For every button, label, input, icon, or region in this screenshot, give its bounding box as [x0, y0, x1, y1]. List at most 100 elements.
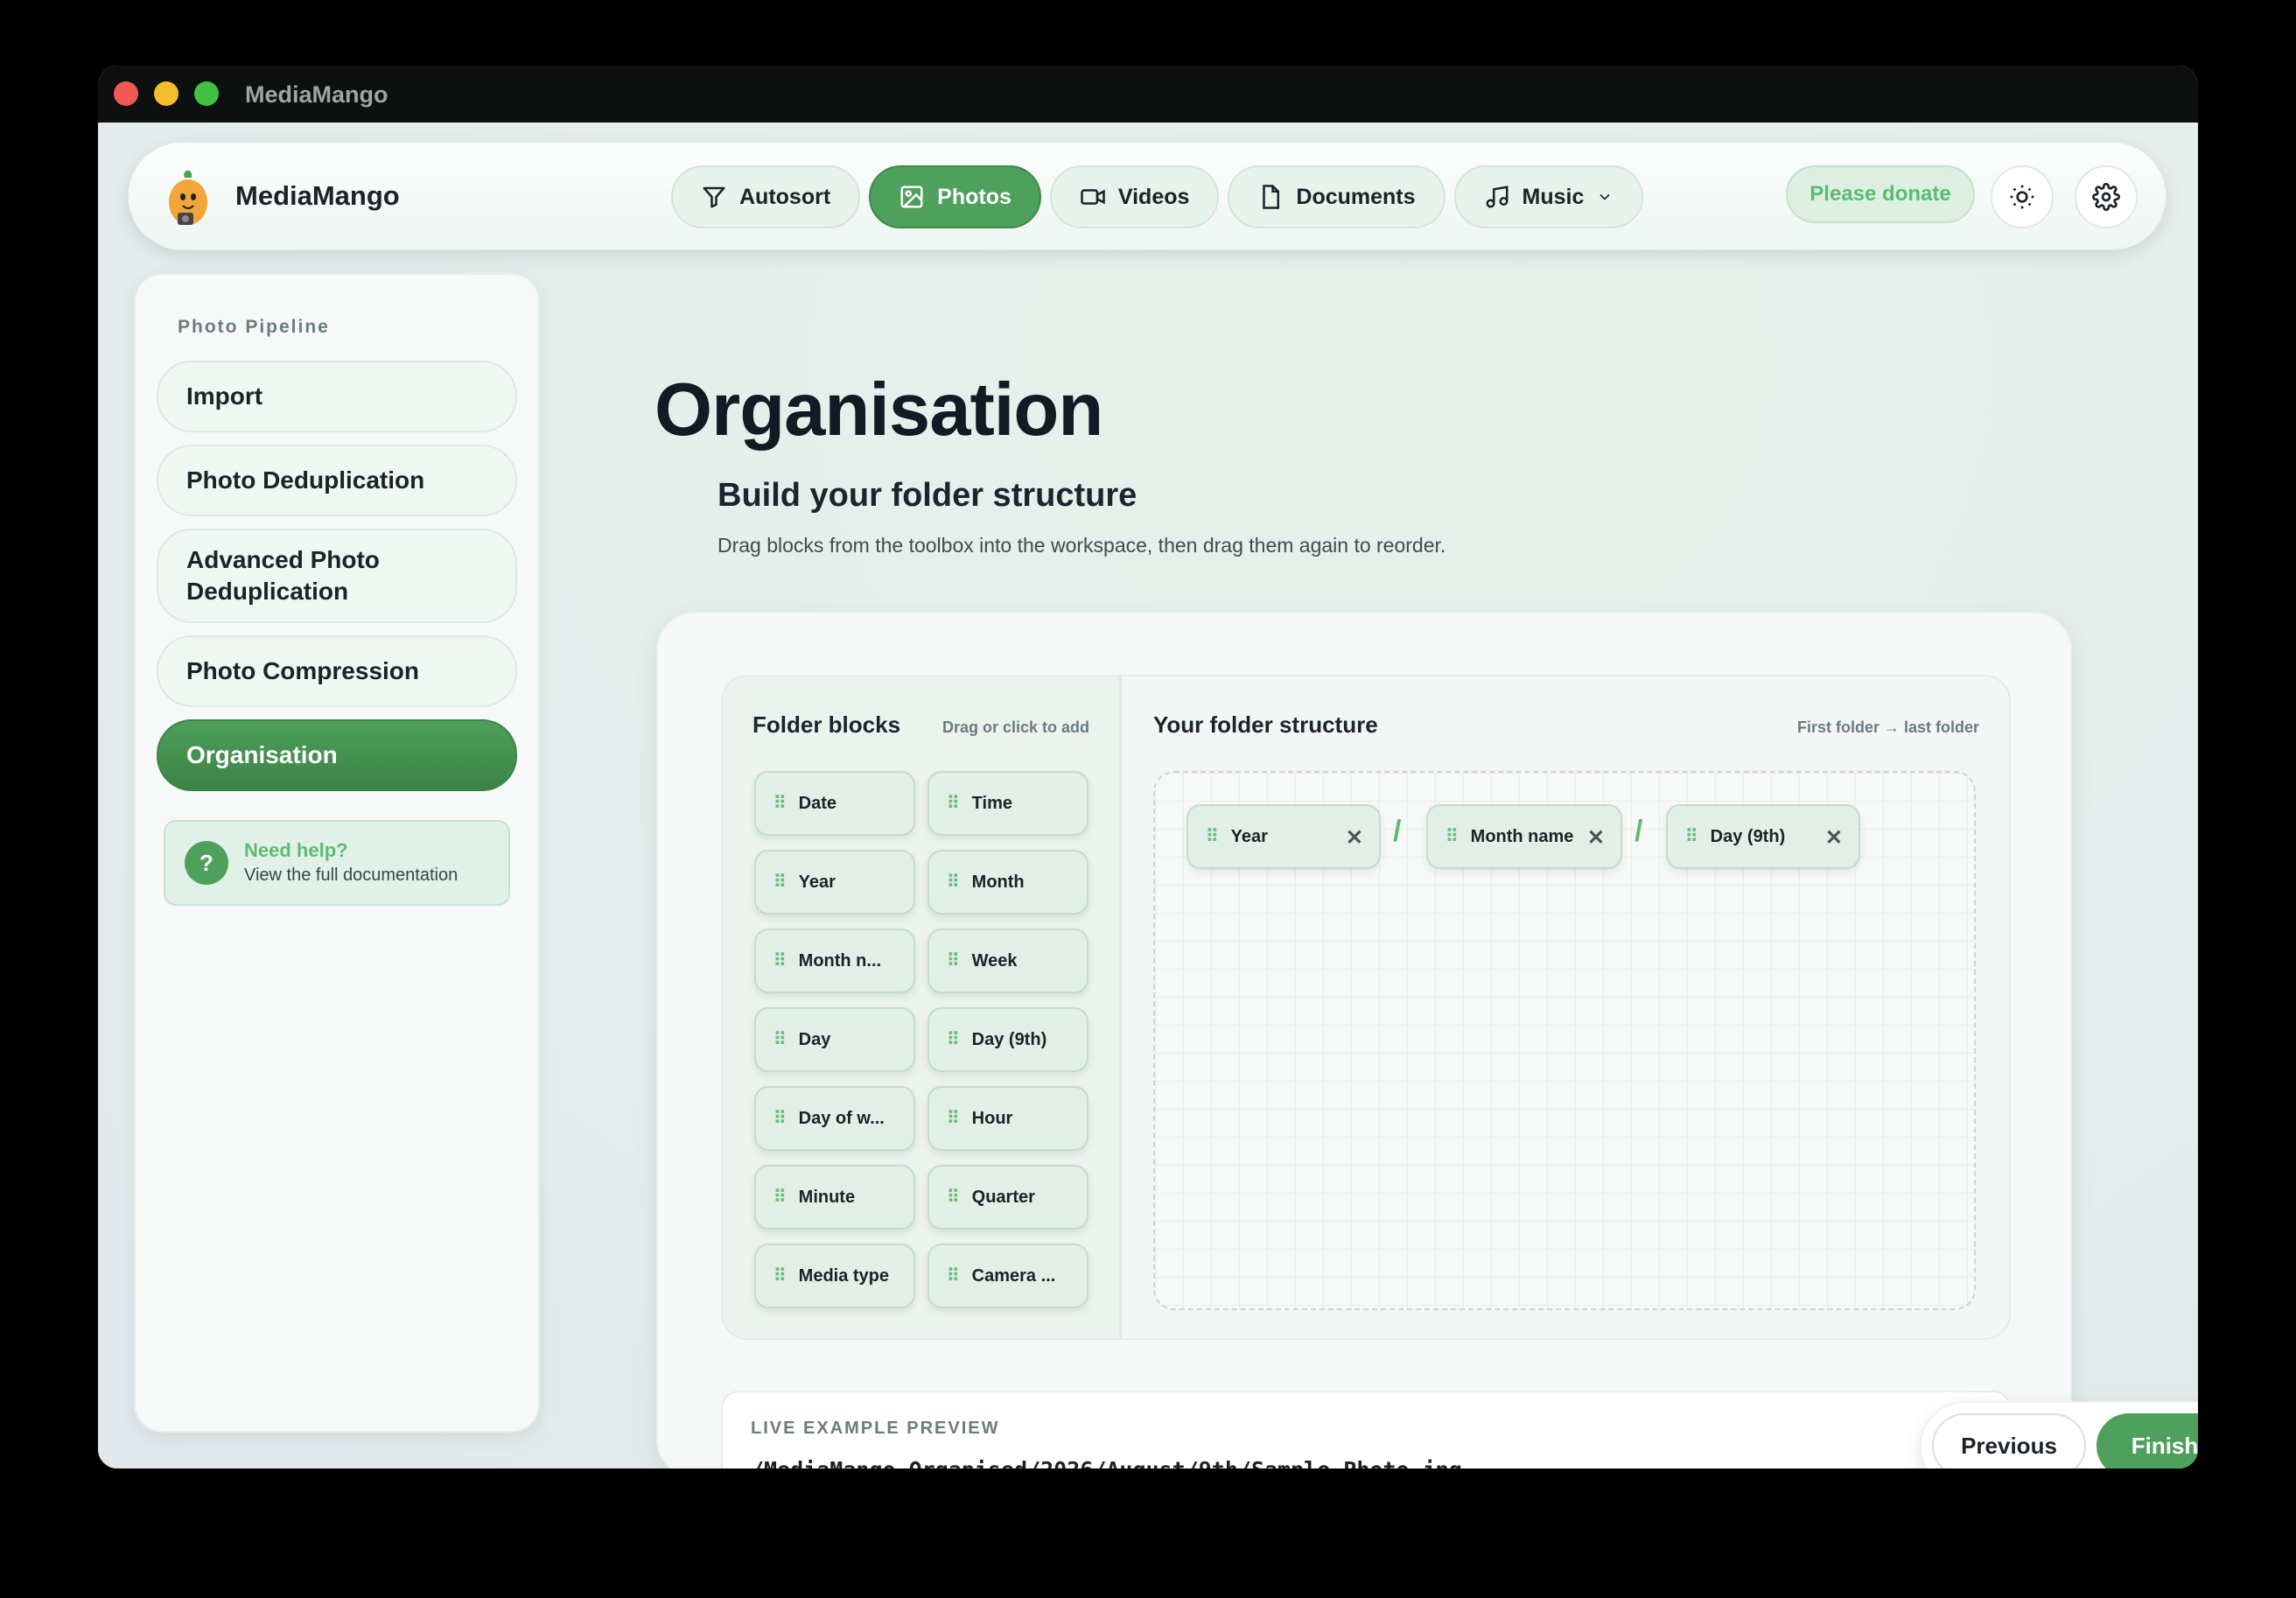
wizard-nav: Previous Finish	[1920, 1401, 2198, 1468]
block-month-name[interactable]: ⠿ Month n...	[754, 929, 915, 993]
block-media-type[interactable]: ⠿ Media type	[754, 1244, 915, 1308]
drag-handle-icon: ⠿	[774, 1188, 787, 1207]
nav-music[interactable]: Music	[1453, 165, 1644, 228]
block-time[interactable]: ⠿ Time	[928, 771, 1088, 836]
image-icon	[900, 186, 923, 208]
block-label: Time	[971, 793, 1012, 813]
nav-label: Autosort	[739, 184, 831, 209]
title-bar: MediaMango	[98, 66, 2198, 123]
nav-label: Music	[1522, 184, 1585, 209]
block-day-of-week[interactable]: ⠿ Day of w...	[754, 1086, 915, 1151]
block-label: Year	[798, 872, 836, 892]
toolbox-title: Folder blocks	[752, 711, 901, 738]
drag-handle-icon: ⠿	[1446, 827, 1459, 846]
block-hour[interactable]: ⠿ Hour	[928, 1086, 1088, 1151]
document-icon	[1263, 185, 1280, 209]
preview-path: /MediaMango Organised/2026/August/9th/Sa…	[751, 1457, 1462, 1468]
drag-handle-icon: ⠿	[947, 1030, 960, 1049]
gear-icon	[2092, 183, 2120, 211]
settings-button[interactable]	[2075, 165, 2138, 228]
path-separator: /	[1634, 815, 1643, 848]
block-label: Hour	[971, 1108, 1013, 1128]
help-title: Need help?	[244, 839, 348, 861]
previous-button[interactable]: Previous	[1932, 1413, 2086, 1468]
remove-block-icon[interactable]: ✕	[1825, 825, 1843, 851]
block-label: Week	[971, 950, 1018, 971]
sidebar-item-label: Import	[186, 382, 263, 410]
remove-block-icon[interactable]: ✕	[1346, 825, 1363, 851]
sidebar-item-label: Photo Compression	[186, 657, 420, 684]
block-label: Day (9th)	[1710, 826, 1786, 846]
brand-name: MediaMango	[235, 180, 400, 211]
drag-handle-icon: ⠿	[774, 951, 787, 971]
sidebar-item-label: Advanced Photo Deduplication	[186, 546, 380, 605]
block-year[interactable]: ⠿ Year	[754, 850, 915, 915]
block-quarter[interactable]: ⠿ Quarter	[928, 1165, 1088, 1230]
pipeline-sidebar: Photo Pipeline Import Photo Deduplicatio…	[134, 273, 540, 1433]
block-label: Date	[798, 793, 837, 813]
section-description: Drag blocks from the toolbox into the wo…	[718, 534, 1446, 557]
finish-button[interactable]: Finish	[2096, 1413, 2198, 1468]
window-title: MediaMango	[245, 81, 388, 108]
block-label: Day of w...	[798, 1108, 885, 1128]
drag-handle-icon: ⠿	[1685, 827, 1698, 846]
page-title: Organisation	[654, 368, 1103, 452]
nav-label: Photos	[937, 184, 1012, 209]
zoom-window-button[interactable]	[194, 81, 219, 106]
placed-block-year[interactable]: ⠿ Year ✕	[1186, 804, 1381, 869]
sidebar-item-organisation[interactable]: Organisation	[157, 719, 517, 791]
sidebar-item-advanced-photo-deduplication[interactable]: Advanced Photo Deduplication	[157, 529, 517, 623]
nav-videos[interactable]: Videos	[1049, 165, 1220, 228]
top-header: MediaMango Autosort Photos Videos Docume…	[128, 142, 2166, 250]
donate-button[interactable]: Please donate	[1786, 165, 1975, 223]
block-label: Day (9th)	[971, 1029, 1047, 1049]
section-title: Build your folder structure	[718, 477, 1138, 514]
block-day-9th[interactable]: ⠿ Day (9th)	[928, 1007, 1088, 1072]
remove-block-icon[interactable]: ✕	[1587, 825, 1605, 851]
block-camera[interactable]: ⠿ Camera ...	[928, 1244, 1088, 1308]
nav-label: Documents	[1296, 184, 1416, 209]
sidebar-item-label: Photo Deduplication	[186, 466, 425, 494]
sidebar-item-import[interactable]: Import	[157, 361, 517, 432]
drag-handle-icon: ⠿	[774, 873, 787, 892]
nav-label: Videos	[1117, 184, 1190, 209]
path-separator: /	[1393, 815, 1402, 848]
drag-handle-icon: ⠿	[947, 794, 960, 813]
drag-handle-icon: ⠿	[947, 1266, 960, 1286]
close-window-button[interactable]	[114, 81, 138, 106]
toolbox-panel: Folder blocks Drag or click to add ⠿ Date…	[723, 676, 1122, 1338]
block-label: Media type	[798, 1265, 890, 1286]
filter-icon	[703, 186, 725, 208]
live-preview: LIVE EXAMPLE PREVIEW /MediaMango Organis…	[721, 1391, 2011, 1468]
drag-handle-icon: ⠿	[1206, 827, 1219, 846]
block-minute[interactable]: ⠿ Minute	[754, 1165, 915, 1230]
block-label: Minute	[798, 1187, 856, 1207]
nav-autosort[interactable]: Autosort	[671, 165, 861, 228]
toolbox-hint: Drag or click to add	[942, 718, 1089, 736]
nav-documents[interactable]: Documents	[1228, 165, 1446, 228]
block-month[interactable]: ⠿ Month	[928, 850, 1088, 915]
drag-handle-icon: ⠿	[774, 1109, 787, 1128]
drop-zone[interactable]: ⠿ Year ✕ / ⠿ Month name ✕ / ⠿ Day (9th) …	[1153, 771, 1976, 1310]
placed-block-month-name[interactable]: ⠿ Month name ✕	[1426, 804, 1622, 869]
block-week[interactable]: ⠿ Week	[928, 929, 1088, 993]
sidebar-item-photo-compression[interactable]: Photo Compression	[157, 635, 517, 707]
block-label: Day	[798, 1029, 831, 1049]
app-content: MediaMango Autosort Photos Videos Docume…	[98, 123, 2198, 1468]
nav-photos[interactable]: Photos	[869, 165, 1041, 228]
minimize-window-button[interactable]	[154, 81, 178, 106]
preview-label: LIVE EXAMPLE PREVIEW	[751, 1419, 1000, 1438]
block-label: Month n...	[798, 950, 882, 971]
mango-logo-icon	[169, 170, 207, 225]
app-window: MediaMango MediaMango Autosort Photos Vi…	[98, 66, 2198, 1468]
main-nav: Autosort Photos Videos Documents Music	[671, 165, 1644, 228]
drag-handle-icon: ⠿	[774, 1030, 787, 1049]
theme-toggle-button[interactable]	[1991, 165, 2054, 228]
block-day[interactable]: ⠿ Day	[754, 1007, 915, 1072]
placed-block-day-9th[interactable]: ⠿ Day (9th) ✕	[1666, 804, 1860, 869]
workspace-hint: First folder → last folder	[1796, 718, 1979, 736]
block-date[interactable]: ⠿ Date	[754, 771, 915, 836]
help-link[interactable]: ? Need help? View the full documentation	[164, 820, 510, 906]
sidebar-item-photo-deduplication[interactable]: Photo Deduplication	[157, 445, 517, 516]
block-label: Year	[1230, 826, 1268, 846]
